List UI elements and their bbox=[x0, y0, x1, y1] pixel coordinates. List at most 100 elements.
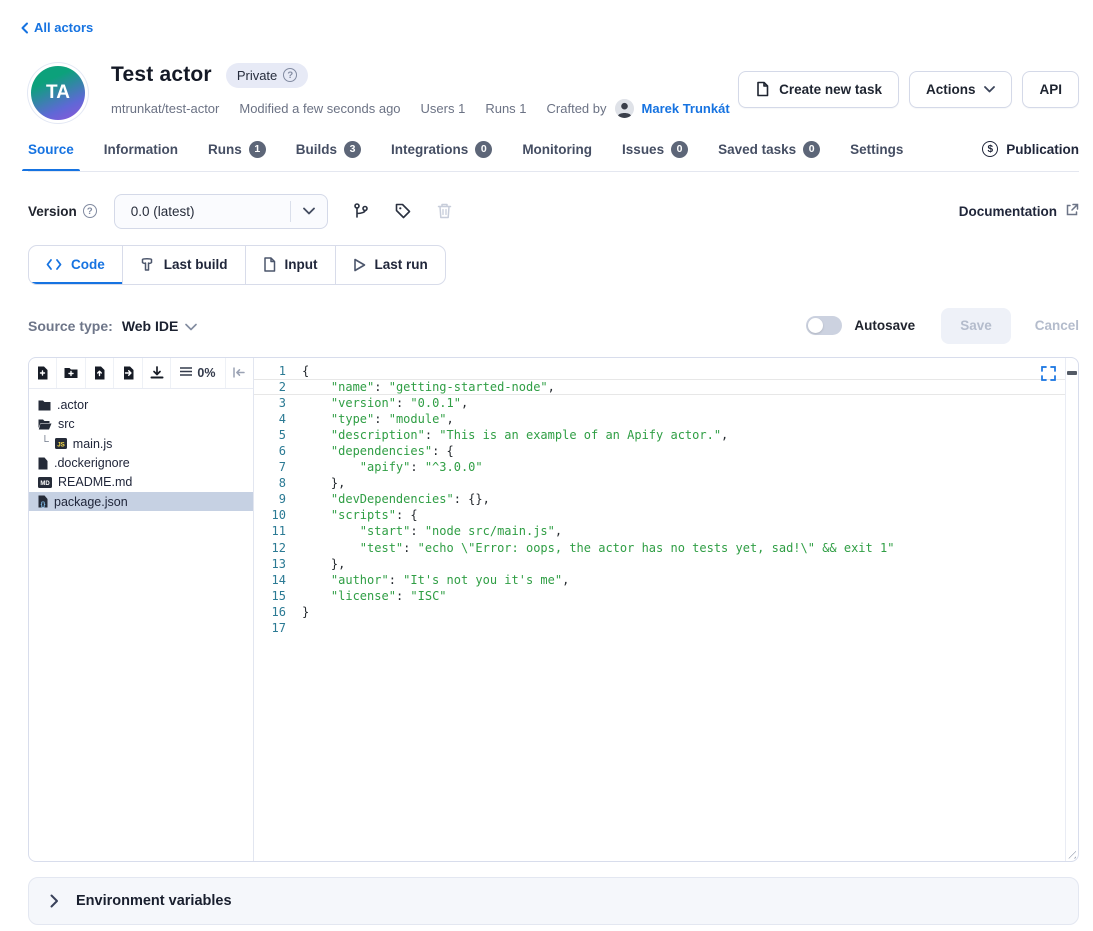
view-tab-last-build[interactable]: Last build bbox=[122, 246, 245, 284]
vertical-scrollbar[interactable] bbox=[1065, 358, 1078, 861]
header-buttons: Create new task Actions API bbox=[738, 71, 1079, 108]
line-number: 4 bbox=[254, 412, 302, 426]
line-number: 14 bbox=[254, 573, 302, 587]
view-tab-label: Code bbox=[71, 257, 105, 272]
code-line[interactable]: 10 "scripts": { bbox=[254, 507, 1065, 523]
code-line[interactable]: 12 "test": "echo \"Error: oops, the acto… bbox=[254, 540, 1065, 556]
tree-item-readme-md[interactable]: MD README.md bbox=[29, 473, 253, 492]
svg-text:MD: MD bbox=[40, 481, 50, 487]
code-line[interactable]: 4 "type": "module", bbox=[254, 411, 1065, 427]
tab-information[interactable]: Information bbox=[104, 142, 178, 170]
line-content: }, bbox=[302, 476, 345, 490]
tree-item-label: main.js bbox=[73, 437, 113, 451]
tree-item-label: README.md bbox=[58, 475, 132, 489]
git-branch-icon[interactable] bbox=[352, 202, 370, 220]
code-line[interactable]: 15 "license": "ISC" bbox=[254, 588, 1065, 604]
chevron-down-icon bbox=[185, 318, 197, 334]
documentation-link[interactable]: Documentation bbox=[959, 203, 1079, 220]
tab-label: Source bbox=[28, 142, 74, 157]
code-editor[interactable]: 1{2 "name": "getting-started-node",3 "ve… bbox=[254, 358, 1078, 861]
tab-source[interactable]: Source bbox=[28, 142, 74, 170]
version-select[interactable]: 0.0 (latest) bbox=[114, 194, 328, 229]
code-line[interactable]: 7 "apify": "^3.0.0" bbox=[254, 459, 1065, 475]
new-file-icon[interactable] bbox=[29, 358, 57, 388]
tree-item-package-json[interactable]: {}package.json bbox=[29, 492, 253, 511]
tree-item--actor[interactable]: .actor bbox=[29, 396, 253, 415]
code-line[interactable]: 6 "dependencies": { bbox=[254, 443, 1065, 459]
tab-integrations[interactable]: Integrations0 bbox=[391, 141, 492, 171]
md-file-icon: MD bbox=[38, 477, 52, 488]
tab-label: Builds bbox=[296, 142, 337, 157]
line-content: } bbox=[302, 605, 309, 619]
back-to-all-actors-link[interactable]: All actors bbox=[20, 20, 93, 35]
upload-file-icon[interactable] bbox=[86, 358, 114, 388]
svg-text:{}: {} bbox=[41, 502, 46, 508]
import-file-icon[interactable] bbox=[114, 358, 142, 388]
source-type-label: Source type: bbox=[28, 318, 113, 334]
trash-icon[interactable] bbox=[436, 202, 453, 220]
tab-builds[interactable]: Builds3 bbox=[296, 141, 361, 171]
save-button[interactable]: Save bbox=[941, 308, 1011, 344]
tree-item-src[interactable]: src bbox=[29, 415, 253, 434]
actor-meta-row: mtrunkat/test-actor Modified a few secon… bbox=[111, 99, 730, 118]
actions-dropdown-button[interactable]: Actions bbox=[909, 71, 1013, 108]
code-line[interactable]: 8 }, bbox=[254, 475, 1065, 491]
tab-runs[interactable]: Runs1 bbox=[208, 141, 266, 171]
actor-detail-page: All actors TA Test actor Private ? mtrun… bbox=[0, 0, 1093, 925]
view-tab-code[interactable]: Code bbox=[29, 246, 122, 284]
autosave-toggle[interactable] bbox=[806, 316, 842, 335]
api-button[interactable]: API bbox=[1022, 71, 1079, 108]
code-line[interactable]: 3 "version": "0.0.1", bbox=[254, 395, 1065, 411]
tab-settings[interactable]: Settings bbox=[850, 142, 903, 170]
autosave-group: Autosave Save Cancel bbox=[806, 308, 1079, 344]
version-label-text: Version bbox=[28, 204, 77, 219]
author-avatar bbox=[615, 99, 634, 118]
create-new-task-button[interactable]: Create new task bbox=[738, 71, 899, 108]
line-number: 1 bbox=[254, 364, 302, 378]
view-tab-input[interactable]: Input bbox=[245, 246, 335, 284]
fullscreen-icon[interactable] bbox=[1041, 366, 1056, 381]
code-line[interactable]: 2 "name": "getting-started-node", bbox=[254, 379, 1065, 395]
code-line[interactable]: 1{ bbox=[254, 363, 1065, 379]
source-type-select[interactable]: Web IDE bbox=[122, 318, 198, 334]
line-number: 12 bbox=[254, 541, 302, 555]
crafted-by: Crafted by Marek Trunkát bbox=[547, 99, 730, 118]
tab-label: Monitoring bbox=[522, 142, 592, 157]
version-help-icon[interactable]: ? bbox=[83, 204, 97, 218]
code-line[interactable]: 5 "description": "This is an example of … bbox=[254, 427, 1065, 443]
code-line[interactable]: 14 "author": "It's not you it's me", bbox=[254, 572, 1065, 588]
line-content: "author": "It's not you it's me", bbox=[302, 573, 569, 587]
tree-item--dockerignore[interactable]: .dockerignore bbox=[29, 453, 253, 472]
tag-icon[interactable] bbox=[394, 202, 412, 220]
collapse-sidebar-icon[interactable] bbox=[226, 358, 253, 388]
tab-label: Information bbox=[104, 142, 178, 157]
svg-text:JS: JS bbox=[57, 442, 65, 449]
tab-monitoring[interactable]: Monitoring bbox=[522, 142, 592, 170]
file-tree-toolbar: 0% bbox=[29, 358, 253, 389]
tab-issues[interactable]: Issues0 bbox=[622, 141, 688, 171]
code-line[interactable]: 16} bbox=[254, 604, 1065, 620]
help-icon[interactable]: ? bbox=[283, 68, 297, 82]
author-link[interactable]: Marek Trunkát bbox=[642, 101, 730, 116]
modified-timestamp: Modified a few seconds ago bbox=[239, 101, 400, 116]
users-count: Users 1 bbox=[421, 101, 466, 116]
view-tab-last-run[interactable]: Last run bbox=[335, 246, 445, 284]
code-line[interactable]: 13 }, bbox=[254, 556, 1065, 572]
cancel-button[interactable]: Cancel bbox=[1035, 318, 1079, 333]
download-icon[interactable] bbox=[143, 358, 171, 388]
environment-variables-section[interactable]: Environment variables bbox=[28, 877, 1079, 925]
web-ide-panel: 0% .actorsrc└JSmain.js.dockerignoreMDREA… bbox=[28, 357, 1079, 862]
code-line[interactable]: 17 bbox=[254, 620, 1065, 636]
code-line[interactable]: 9 "devDependencies": {}, bbox=[254, 491, 1065, 507]
code-line[interactable]: 11 "start": "node src/main.js", bbox=[254, 523, 1065, 539]
scrollbar-thumb[interactable] bbox=[1067, 371, 1077, 375]
tab-saved-tasks[interactable]: Saved tasks0 bbox=[718, 141, 820, 171]
tree-item-main-js[interactable]: └JSmain.js bbox=[29, 434, 253, 453]
new-folder-icon[interactable] bbox=[57, 358, 85, 388]
view-tab-label: Last run bbox=[375, 257, 428, 272]
new-document-icon bbox=[755, 81, 770, 97]
usage-percent: 0% bbox=[197, 366, 215, 380]
api-label: API bbox=[1039, 82, 1062, 97]
tab-publication[interactable]: $ Publication bbox=[982, 141, 1079, 170]
actor-title-block: Test actor Private ? mtrunkat/test-actor… bbox=[111, 63, 730, 118]
